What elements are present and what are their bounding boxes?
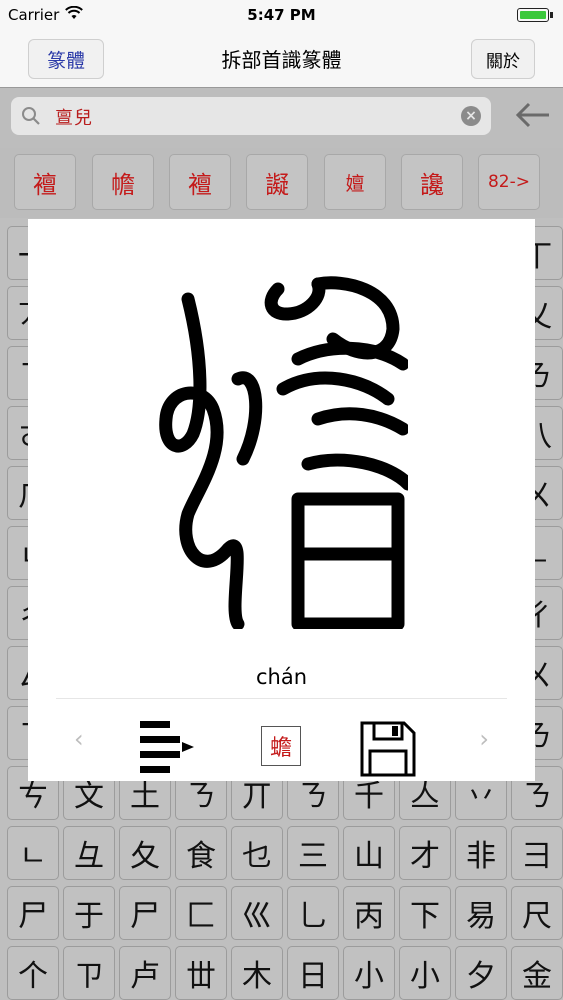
seal-character-glyph xyxy=(159,276,408,629)
radical-cell[interactable]: 金 xyxy=(511,946,563,1000)
radical-cell[interactable]: 彑 xyxy=(63,826,115,880)
result-char[interactable]: 襢 xyxy=(169,154,231,210)
radical-cell[interactable]: 才 xyxy=(399,826,451,880)
status-bar: Carrier 5:47 PM xyxy=(0,0,563,30)
radical-cell[interactable]: 夂 xyxy=(119,826,171,880)
radical-cell[interactable]: 乚 xyxy=(287,886,339,940)
divider xyxy=(56,698,507,699)
radical-cell[interactable]: 木 xyxy=(231,946,283,1000)
result-char[interactable]: 譺 xyxy=(246,154,308,210)
floppy-save-icon[interactable] xyxy=(360,721,416,781)
navigation-bar: 篆體 拆部首識篆體 關於 xyxy=(0,30,563,88)
radical-cell[interactable]: 巛 xyxy=(231,886,283,940)
radical-cell[interactable]: 非 xyxy=(455,826,507,880)
radical-cell[interactable]: 日 xyxy=(287,946,339,1000)
radical-cell[interactable]: 尺 xyxy=(511,886,563,940)
previous-arrow-icon[interactable]: ‹ xyxy=(74,725,84,753)
radical-cell[interactable]: ㄴ xyxy=(7,826,59,880)
search-row: 亶兒 × xyxy=(0,88,563,148)
radical-cell[interactable]: 易 xyxy=(455,886,507,940)
radical-cell[interactable]: 个 xyxy=(7,946,59,1000)
battery-icon xyxy=(517,8,553,22)
status-time: 5:47 PM xyxy=(247,6,316,24)
clear-icon[interactable]: × xyxy=(461,106,481,126)
next-arrow-icon[interactable]: › xyxy=(479,725,489,753)
radical-cell[interactable]: 乜 xyxy=(231,826,283,880)
search-icon xyxy=(21,106,41,130)
result-char[interactable]: 幨 xyxy=(92,154,154,210)
radical-cell[interactable]: 山 xyxy=(343,826,395,880)
results-row: 襢 幨 襢 譺 嬗 讒 82-> xyxy=(0,148,563,218)
radical-cell[interactable]: 小 xyxy=(343,946,395,1000)
radical-cell[interactable]: 尸 xyxy=(119,886,171,940)
radical-cell[interactable]: 匚 xyxy=(175,886,227,940)
radical-cell[interactable]: 卢 xyxy=(119,946,171,1000)
radical-cell[interactable]: ㄗ xyxy=(63,946,115,1000)
radical-cell[interactable]: 丙 xyxy=(343,886,395,940)
backspace-arrow-icon[interactable] xyxy=(515,102,551,132)
radical-cell[interactable]: 夕 xyxy=(455,946,507,1000)
radical-cell[interactable]: 三 xyxy=(287,826,339,880)
search-value: 亶兒 xyxy=(55,108,93,129)
search-input[interactable]: 亶兒 × xyxy=(11,97,491,135)
radical-cell[interactable]: 于 xyxy=(63,886,115,940)
mini-character-tile[interactable]: 蟾 xyxy=(261,726,301,766)
about-button[interactable]: 關於 xyxy=(471,39,535,79)
result-char[interactable]: 襢 xyxy=(14,154,76,210)
radical-cell[interactable]: 丗 xyxy=(175,946,227,1000)
pinyin-label: chán xyxy=(255,665,308,689)
result-char[interactable]: 嬗 xyxy=(324,154,386,210)
more-results-button[interactable]: 82-> xyxy=(478,154,540,210)
result-char[interactable]: 讒 xyxy=(401,154,463,210)
radical-cell[interactable]: 小 xyxy=(399,946,451,1000)
radical-cell[interactable]: 尸 xyxy=(7,886,59,940)
radical-cell[interactable]: 下 xyxy=(399,886,451,940)
character-detail-card: chán ‹ 蟾 › xyxy=(28,219,535,781)
radical-cell[interactable]: 彐 xyxy=(511,826,563,880)
radical-cell[interactable]: 食 xyxy=(175,826,227,880)
list-arrow-icon[interactable] xyxy=(138,719,198,781)
